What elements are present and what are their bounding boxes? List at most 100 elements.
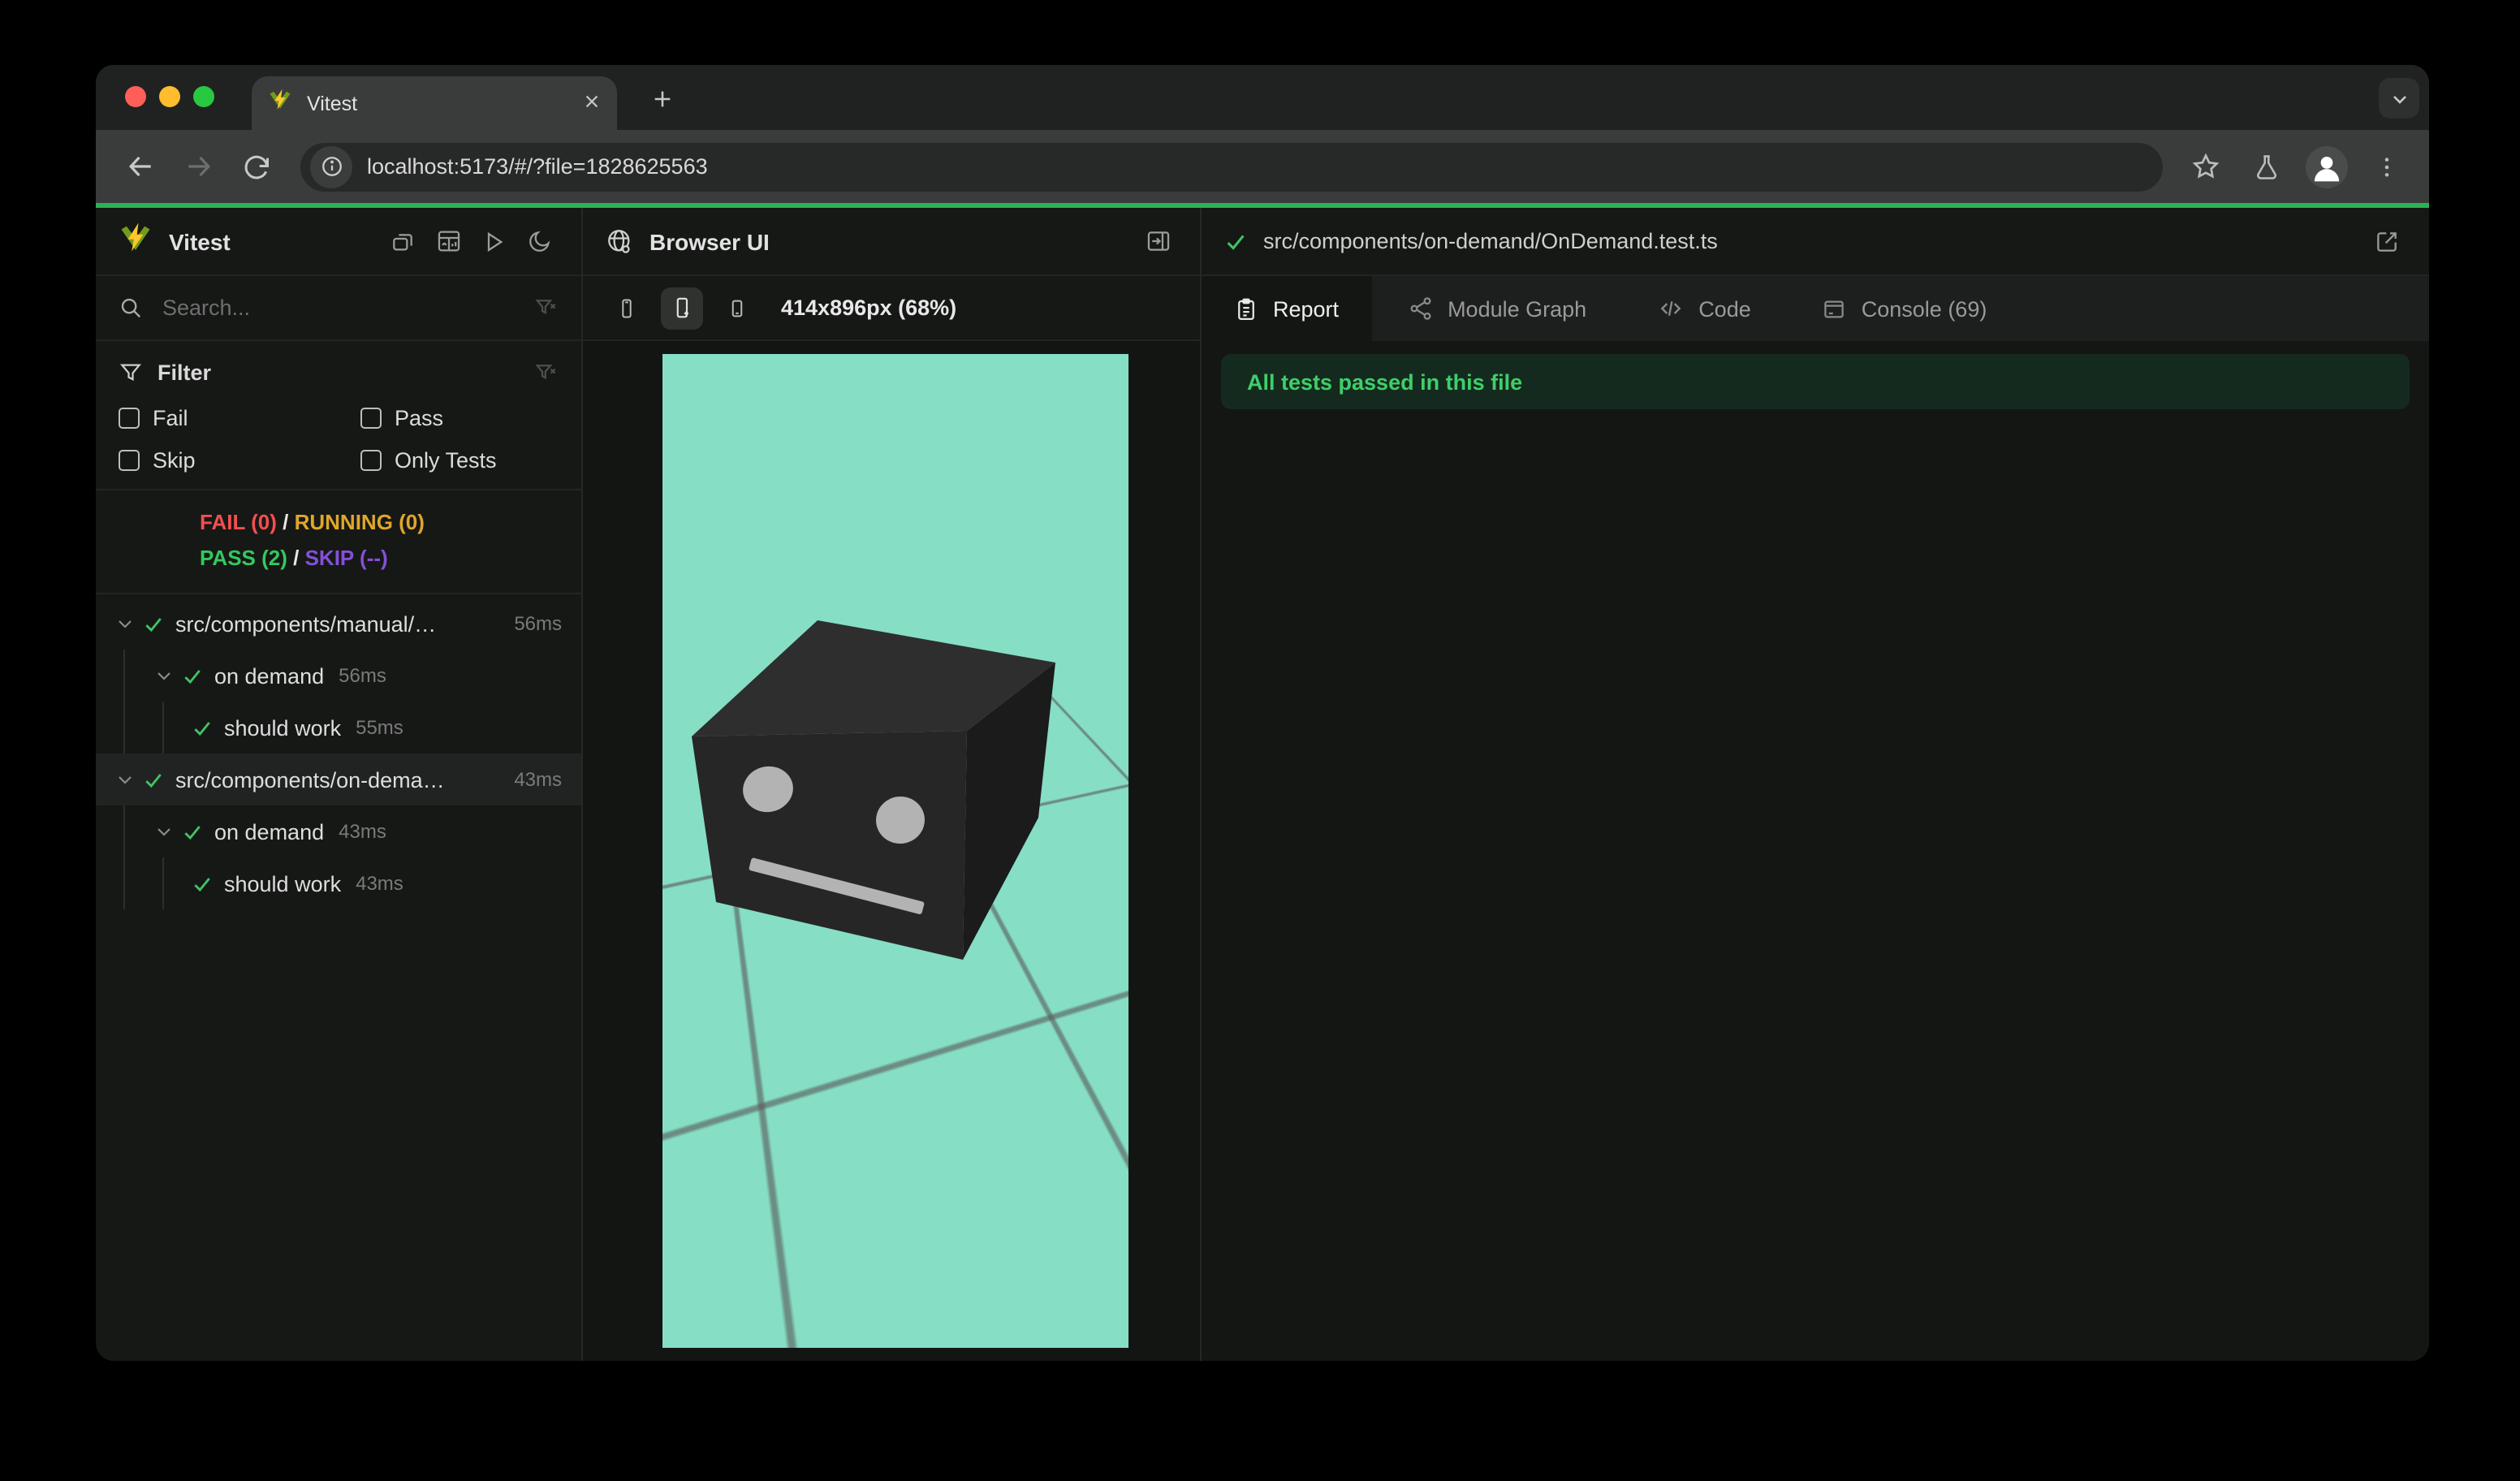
console-icon [1823, 296, 1847, 321]
pass-check-icon [182, 665, 203, 686]
test-case-row[interactable]: should work 55ms [96, 702, 581, 753]
reload-button[interactable] [232, 142, 281, 191]
pass-check-icon [143, 769, 164, 790]
pass-check-icon [192, 873, 213, 894]
tab-title: Vitest [307, 92, 358, 114]
bookmark-star-icon[interactable] [2182, 144, 2228, 189]
sidebar-header: Vitest [96, 208, 581, 276]
duration-badge: 43ms [514, 768, 562, 791]
open-panel-right-icon[interactable] [1138, 222, 1177, 261]
collapse-panels-icon[interactable] [383, 222, 422, 261]
report-header: src/components/on-demand/OnDemand.test.t… [1202, 208, 2429, 276]
filter-checkbox-fail[interactable]: Fail [119, 406, 360, 430]
skip-count: SKIP (--) [304, 546, 388, 570]
duration-badge: 56ms [514, 612, 562, 635]
fail-count: FAIL (0) [200, 510, 277, 534]
robot-cube-graphic [692, 620, 1055, 960]
test-file-row-selected[interactable]: src/components/on-dema… 43ms [96, 753, 581, 805]
chevron-down-icon[interactable] [115, 614, 135, 633]
tab-search-button[interactable] [2379, 78, 2419, 119]
dashboard-icon[interactable] [429, 222, 468, 261]
clear-search-filter-icon[interactable] [534, 296, 559, 320]
dark-mode-moon-icon[interactable] [520, 222, 559, 261]
close-window-button[interactable] [125, 86, 146, 107]
tab-module-graph[interactable]: Module Graph [1371, 276, 1622, 341]
device-toolbar: 414x896px (68%) [583, 276, 1200, 341]
chevron-down-icon[interactable] [154, 666, 174, 685]
checkbox [119, 450, 140, 471]
browser-toolbar: localhost:5173/#/?file=1828625563 [96, 130, 2429, 203]
pass-count: PASS (2) [200, 546, 287, 570]
sidebar: Vitest Search... Filter Fail Pass Skip O… [96, 208, 583, 1361]
menu-kebab-icon[interactable] [2364, 144, 2410, 189]
tab-close-icon[interactable] [583, 89, 601, 118]
forward-button[interactable] [174, 142, 222, 191]
filter-checkbox-skip[interactable]: Skip [119, 448, 360, 473]
device-phone-small-icon[interactable] [606, 287, 648, 329]
report-tabs: Report Module Graph Code Console (69) [1202, 276, 2429, 341]
test-suite-row[interactable]: on demand 56ms [96, 650, 581, 702]
maximize-window-button[interactable] [193, 86, 214, 107]
code-icon [1658, 296, 1684, 322]
browser-ui-panel: Browser UI 414x896px (68%) [583, 208, 1202, 1361]
report-content: All tests passed in this file [1202, 341, 2429, 1361]
filter-funnel-icon [119, 361, 143, 385]
filter-checkbox-only-tests[interactable]: Only Tests [360, 448, 559, 473]
duration-badge: 43ms [339, 820, 386, 843]
tested-app-iframe[interactable] [662, 354, 1128, 1348]
summary-line-1: FAIL (0) / RUNNING (0) [200, 510, 425, 534]
test-file-row[interactable]: src/components/manual/… 56ms [96, 598, 581, 650]
module-graph-icon [1407, 296, 1433, 322]
filter-checkbox-pass[interactable]: Pass [360, 406, 559, 430]
pass-check-icon [182, 821, 203, 842]
search-icon [119, 296, 143, 320]
report-panel: src/components/on-demand/OnDemand.test.t… [1202, 208, 2429, 1361]
screenshot-stage: Vitest localhost:5173/#/?file=1828625563… [0, 0, 2520, 1481]
clear-filters-icon[interactable] [534, 361, 559, 385]
preview-area [583, 341, 1200, 1361]
duration-badge: 55ms [356, 716, 403, 739]
all-tests-passed-banner: All tests passed in this file [1221, 354, 2410, 409]
back-button[interactable] [115, 142, 164, 191]
test-summary: FAIL (0) / RUNNING (0) PASS (2) / SKIP (… [96, 490, 581, 594]
tab-report[interactable]: Report [1202, 276, 1372, 341]
test-case-row[interactable]: should work 43ms [96, 857, 581, 909]
experiments-flask-icon[interactable] [2244, 144, 2289, 189]
search-input[interactable] [159, 294, 534, 322]
run-all-icon[interactable] [474, 222, 513, 261]
vitest-ui: Vitest Search... Filter Fail Pass Skip O… [96, 208, 2429, 1361]
device-phone-plus-icon[interactable] [661, 287, 703, 329]
chevron-down-icon[interactable] [115, 770, 135, 789]
vitest-logo [119, 220, 153, 262]
test-file-path: src/components/on-demand/OnDemand.test.t… [1263, 229, 1718, 253]
site-info-icon[interactable] [310, 145, 352, 188]
clipboard-icon [1234, 296, 1258, 321]
new-tab-button[interactable] [641, 78, 684, 120]
tab-code[interactable]: Code [1622, 276, 1787, 341]
filter-title: Filter [158, 361, 212, 385]
device-phone-home-icon[interactable] [716, 287, 758, 329]
profile-avatar[interactable] [2306, 145, 2348, 188]
tab-console[interactable]: Console (69) [1787, 276, 2023, 341]
url-text: localhost:5173/#/?file=1828625563 [367, 154, 708, 179]
globe-icon [606, 227, 633, 255]
search-row [96, 276, 581, 341]
viewport-size-label: 414x896px (68%) [781, 296, 957, 320]
browser-ui-header: Browser UI [583, 208, 1200, 276]
minimize-window-button[interactable] [159, 86, 180, 107]
checkbox [119, 408, 140, 429]
browser-tab[interactable]: Vitest [252, 76, 617, 130]
duration-badge: 56ms [339, 664, 386, 687]
file-pass-check-icon [1224, 230, 1247, 253]
open-external-icon[interactable] [2367, 222, 2406, 261]
browser-window: Vitest localhost:5173/#/?file=1828625563… [96, 65, 2429, 1361]
browser-ui-title: Browser UI [649, 228, 770, 254]
tab-strip: Vitest [96, 65, 2429, 130]
pass-check-icon [143, 613, 164, 634]
address-bar[interactable]: localhost:5173/#/?file=1828625563 [300, 142, 2163, 191]
checkbox [360, 408, 382, 429]
app-title: Vitest [169, 228, 231, 254]
checkbox [360, 450, 382, 471]
chevron-down-icon[interactable] [154, 822, 174, 841]
test-suite-row[interactable]: on demand 43ms [96, 805, 581, 857]
